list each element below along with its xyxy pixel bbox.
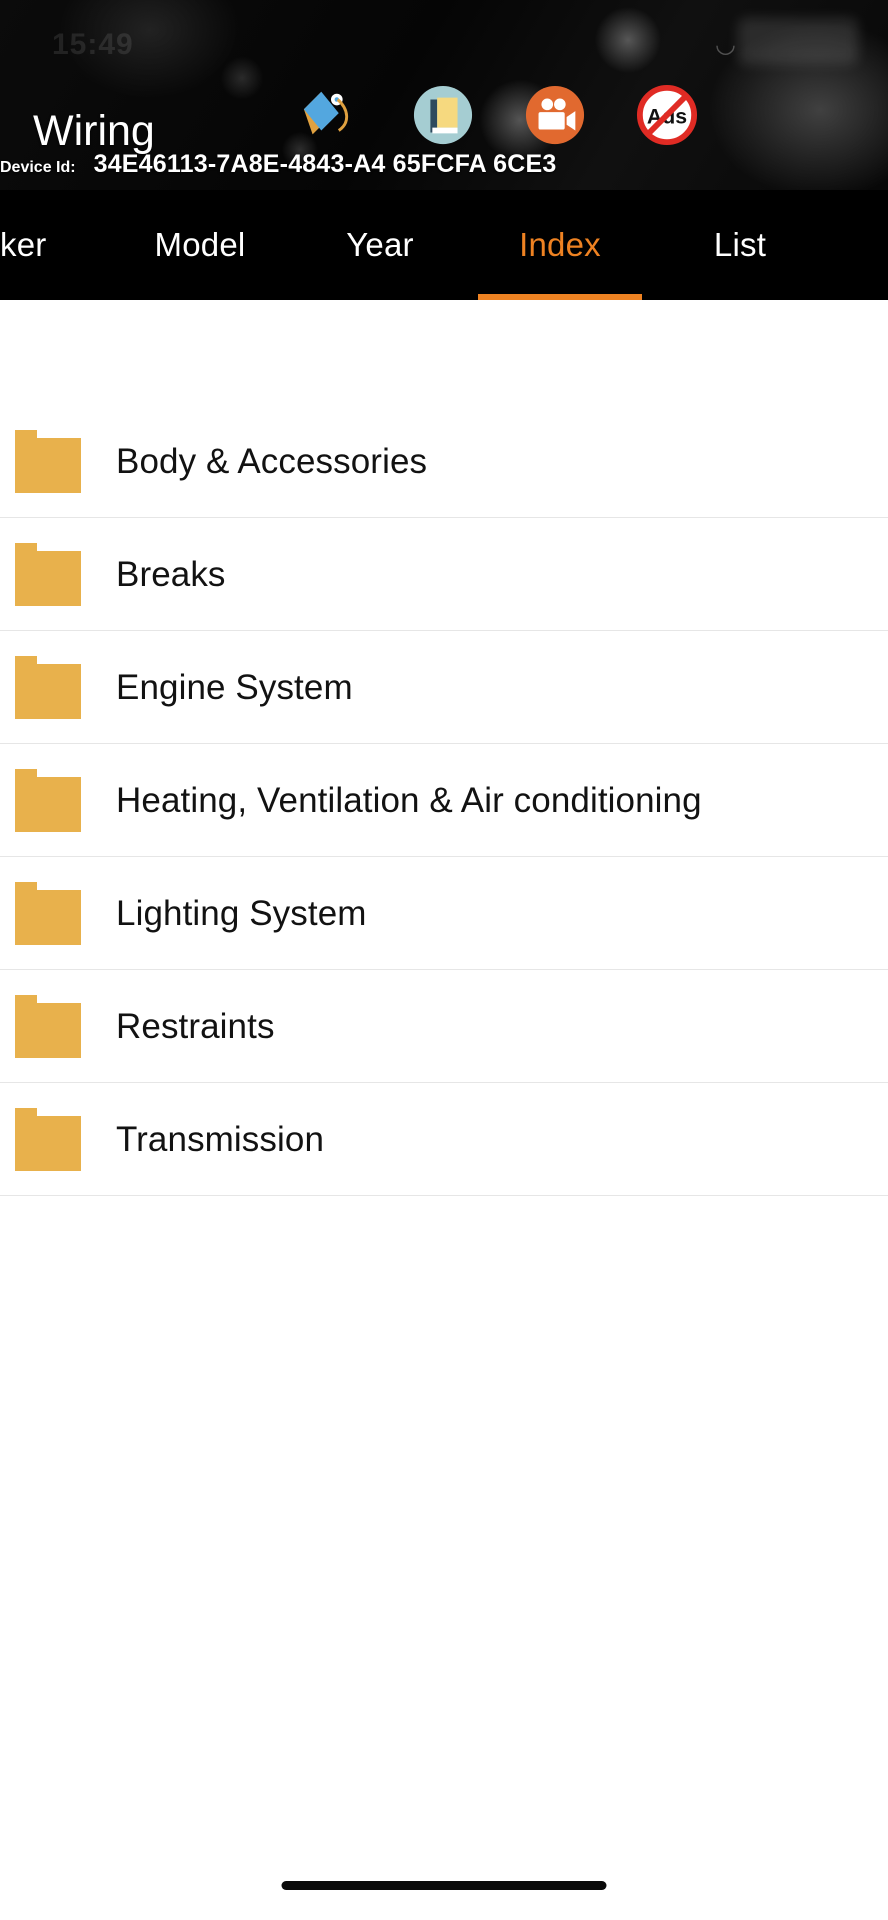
list-item[interactable]: Transmission — [0, 1083, 888, 1196]
device-id-line: Device Id: 34E46113-7A8E-4843-A4 65FCFA … — [0, 150, 888, 179]
tab-maker[interactable]: ker — [0, 190, 110, 300]
home-indicator[interactable] — [281, 1881, 607, 1890]
app-screen: 15:49 ◡ Wiring Device Id: 34E46113-7A8E-… — [0, 0, 888, 1920]
tab-label: List — [713, 226, 767, 263]
folder-icon — [15, 768, 81, 832]
tab-list[interactable]: List — [650, 190, 830, 300]
no-ads-icon[interactable]: Ads — [636, 84, 698, 146]
list-item-label: Lighting System — [116, 893, 367, 933]
list-item[interactable]: Body & Accessories — [0, 405, 888, 518]
list-item[interactable]: Lighting System — [0, 857, 888, 970]
folder-icon — [15, 994, 81, 1058]
list-item-label: Body & Accessories — [116, 441, 428, 481]
status-bar-time: 15:49 — [52, 28, 134, 61]
wifi-icon: ◡ — [715, 31, 736, 58]
book-icon[interactable] — [412, 84, 474, 146]
folder-icon — [15, 881, 81, 945]
tab-model[interactable]: Model — [110, 190, 290, 300]
category-list: Body & Accessories Breaks Engine System … — [0, 300, 888, 1196]
list-item-label: Heating, Ventilation & Air conditioning — [116, 780, 702, 820]
tab-bar: ker Model Year Index List — [0, 190, 888, 300]
list-item-label: Transmission — [116, 1119, 325, 1159]
tab-year[interactable]: Year — [290, 190, 470, 300]
page-title: Wiring — [33, 107, 155, 155]
list-item[interactable]: Engine System — [0, 631, 888, 744]
folder-icon — [15, 1107, 81, 1171]
price-tag-icon[interactable] — [300, 84, 362, 146]
folder-icon — [15, 655, 81, 719]
app-header: 15:49 ◡ Wiring Device Id: 34E46113-7A8E-… — [0, 0, 888, 190]
video-camera-icon[interactable] — [524, 84, 586, 146]
device-id-label: Device Id: — [0, 159, 76, 176]
header-action-icons: Ads — [300, 84, 698, 146]
list-item-label: Breaks — [116, 554, 226, 594]
list-item-label: Engine System — [116, 667, 353, 707]
list-item-label: Restraints — [116, 1006, 275, 1046]
list-item[interactable]: Breaks — [0, 518, 888, 631]
list-item[interactable]: Restraints — [0, 970, 888, 1083]
tab-label: Year — [346, 226, 414, 263]
tab-label: ker — [0, 226, 47, 263]
folder-icon — [15, 542, 81, 606]
tab-label: Index — [519, 226, 601, 263]
list-item[interactable]: Heating, Ventilation & Air conditioning — [0, 744, 888, 857]
tab-label: Model — [154, 226, 246, 263]
tab-index[interactable]: Index — [470, 190, 650, 300]
folder-icon — [15, 429, 81, 493]
device-id-value: 34E46113-7A8E-4843-A4 65FCFA 6CE3 — [93, 150, 557, 178]
